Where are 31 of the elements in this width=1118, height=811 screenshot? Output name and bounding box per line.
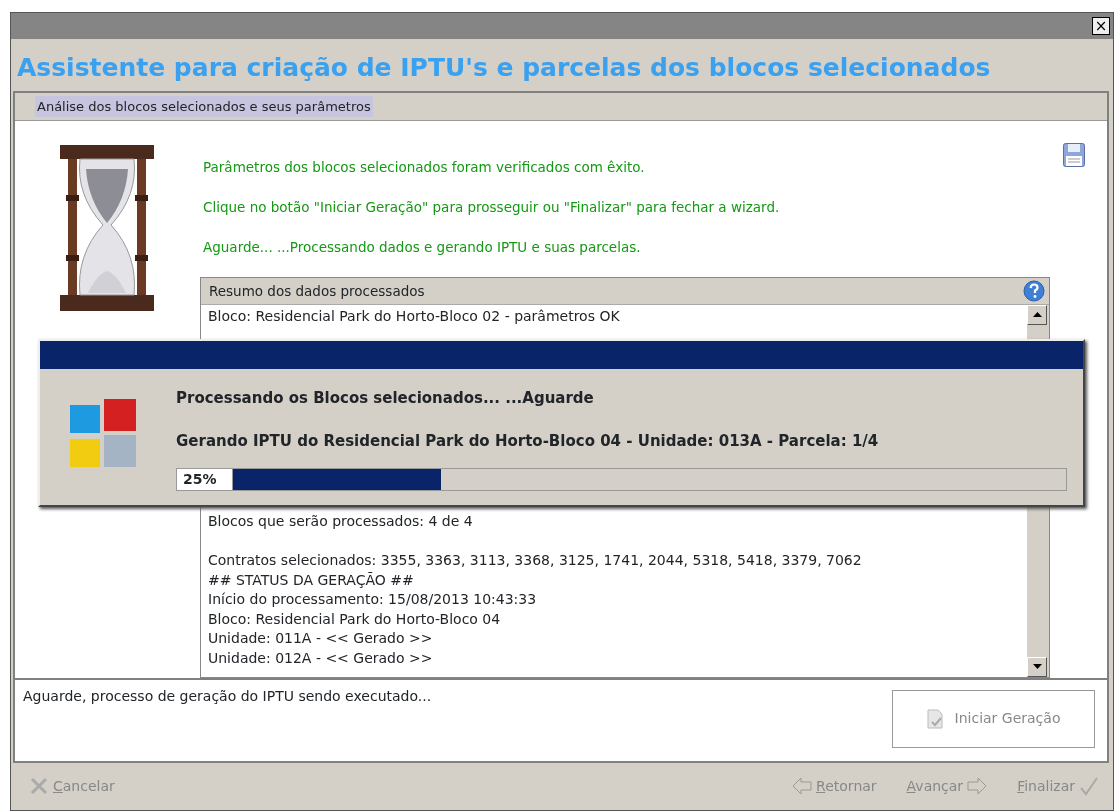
log-line: Unidade: 011A - << Gerado >> xyxy=(208,629,434,649)
save-icon[interactable] xyxy=(1063,143,1085,168)
progress-message: Processando os Blocos selecionados... ...Aguarde xyxy=(176,388,595,409)
progress-percent: 25% xyxy=(176,468,233,491)
left-arrow-icon xyxy=(792,777,813,795)
log-line: Blocos que serão processados: 4 de 4 xyxy=(208,512,474,532)
close-icon xyxy=(29,776,49,796)
status-message: Parâmetros dos blocos selecionados foram verificados com êxito. xyxy=(203,157,645,177)
log-line: Contratos selecionados: 3355, 3363, 3113, 3368, 3125, 1741, 2044, 5318, 5418, 3379, 7062 xyxy=(208,551,863,571)
log-line: Bloco: Residencial Park do Horto-Bloco 04 xyxy=(208,609,502,629)
status-text: Aguarde, processo de geração do IPTU sendo executado... xyxy=(23,686,432,706)
document-check-icon xyxy=(926,709,943,730)
down-arrow-icon xyxy=(1032,664,1042,670)
status-message: Aguarde... ...Processando dados e gerando IPTU e suas parcelas. xyxy=(203,237,641,257)
log-line: Início do processamento: 15/08/2013 10:43:33 xyxy=(208,590,538,610)
scroll-up-button[interactable] xyxy=(1027,304,1047,325)
close-button[interactable]: × xyxy=(1092,17,1110,35)
step-title: Análise dos blocos selecionados e seus parâmetros xyxy=(35,95,373,118)
help-icon[interactable] xyxy=(1023,279,1045,302)
scroll-down-button[interactable] xyxy=(1027,656,1047,677)
log-line: Bloco: Residencial Park do Horto-Bloco 02 - parâmetros OK xyxy=(208,306,621,326)
hourglass-icon xyxy=(58,144,156,311)
right-arrow-icon xyxy=(967,777,988,795)
log-line: ## STATUS DA GERAÇÃO ## xyxy=(208,570,415,590)
log-line: Unidade: 012A - << Gerado >> xyxy=(208,648,434,668)
up-arrow-icon xyxy=(1032,312,1042,318)
check-icon xyxy=(1079,776,1099,796)
log-title: Resumo dos dados processados xyxy=(209,281,425,301)
wizard-heading: Assistente para criação de IPTU's e parcelas dos blocos selecionados xyxy=(17,52,992,84)
progress-detail: Gerando IPTU do Residencial Park do Horto-Bloco 04 - Unidade: 013A - Parcela: 1/4 xyxy=(176,430,880,452)
status-message: Clique no botão "Iniciar Geração" para prosseguir ou "Finalizar" para fechar a wizard. xyxy=(203,197,780,217)
